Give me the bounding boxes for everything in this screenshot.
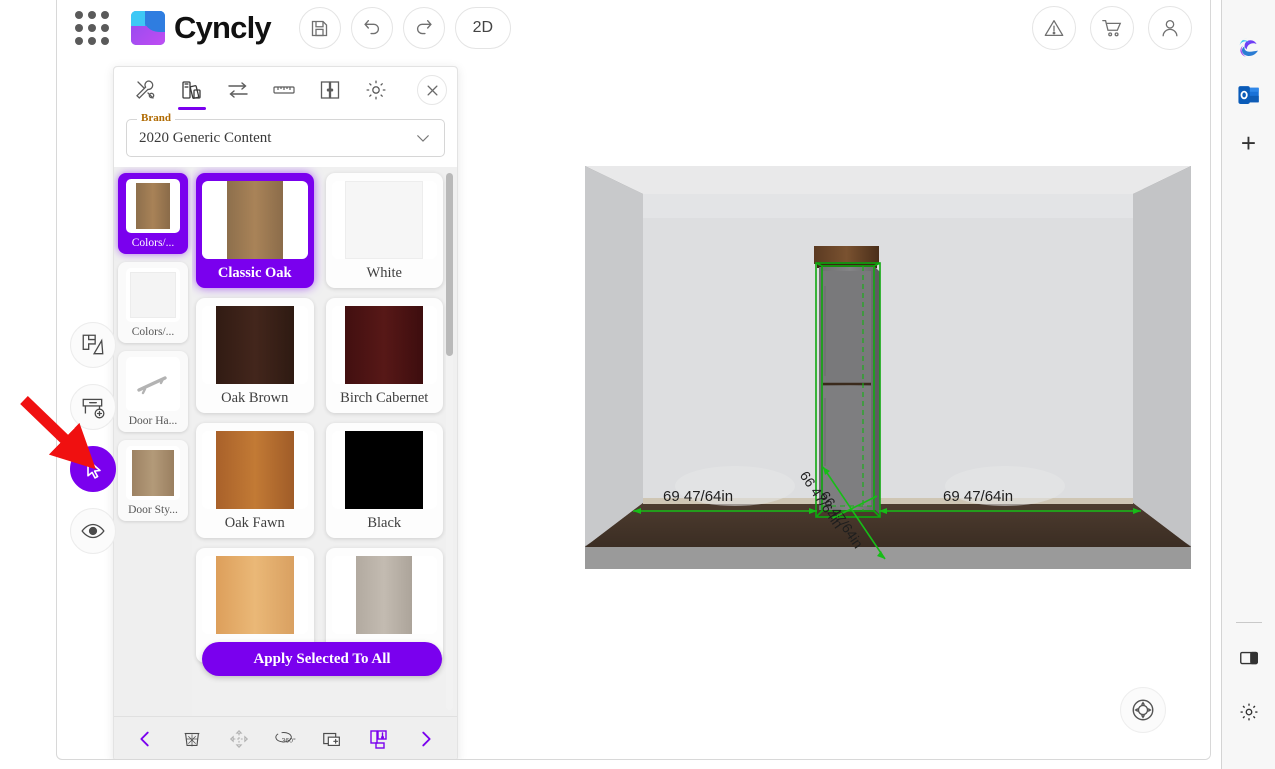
swatch-thumb [331,306,437,384]
category-item-colors-1[interactable]: Colors/... [118,173,188,254]
brand-logo: Cyncly [131,10,272,46]
swatch-name: Birch Cabernet [340,390,429,406]
top-toolbar: Cyncly 2D [57,0,1210,56]
swatch-thumb [202,556,308,634]
tab-materials[interactable] [170,70,214,110]
view-mode-label: 2D [472,19,494,36]
previous-page-button[interactable] [128,724,162,754]
apply-selected-to-all-button[interactable]: Apply Selected To All [202,642,442,676]
tab-tools[interactable] [124,70,168,110]
save-button[interactable] [298,7,341,49]
panel-footer-toolbar: 360° [114,716,457,759]
brand-name: Cyncly [174,10,272,45]
brand-select-value: 2020 Generic Content [139,129,272,146]
category-label: Door Ha... [128,415,178,427]
swatch-thumb [202,431,308,509]
tab-measure[interactable] [262,70,306,110]
swatch-name: White [366,265,402,281]
outlook-icon[interactable] [1232,78,1266,112]
os-sidebar: + [1221,0,1275,769]
add-item-button[interactable] [315,724,349,754]
swatch-name: Oak Fawn [224,515,285,531]
apps-grid-icon[interactable] [75,11,109,45]
category-label: Colors/... [131,237,175,249]
category-column: Colors/... Colors/... Door Ha... Door St… [114,167,192,716]
swatch-card-birch-cabernet[interactable]: Birch Cabernet [325,298,443,413]
panel-scrollbar[interactable] [446,173,453,710]
edge-icon[interactable] [1232,30,1266,64]
swatch-thumb [331,556,437,634]
cart-button[interactable] [1090,6,1134,50]
category-item-door-style[interactable]: Door Sty... [118,440,188,521]
swatch-grid: Classic Oak White Oak Brown Birch Cabern… [196,173,443,663]
swatch-name: Black [367,515,402,531]
alert-button[interactable] [362,724,396,754]
swatch-card-oak-brown[interactable]: Oak Brown [196,298,314,413]
cyncly-logo-icon [131,11,165,45]
redo-button[interactable] [402,7,445,49]
category-label: Colors/... [131,326,175,338]
category-thumb [126,357,180,411]
swatch-card-black[interactable]: Black [325,423,443,538]
scrollbar-thumb[interactable] [446,173,453,356]
brand-select[interactable]: Brand 2020 Generic Content [126,112,445,157]
close-panel-button[interactable] [417,75,447,105]
swatch-thumb [331,181,437,259]
application-window: Cyncly 2D 69 47/64in 69 47/64in 66 47/64… [56,0,1211,760]
tab-settings[interactable] [354,70,398,110]
swatch-thumb [202,306,308,384]
swatch-thumb [331,431,437,509]
rotate-360-button[interactable]: 360° [268,724,302,754]
panel-content: Colors/... Colors/... Door Ha... Door St… [114,167,457,716]
account-button[interactable] [1148,6,1192,50]
category-thumb [126,179,180,233]
brand-selector-area: Brand 2020 Generic Content [114,112,457,167]
category-item-door-hardware[interactable]: Door Ha... [118,351,188,432]
category-item-colors-2[interactable]: Colors/... [118,262,188,343]
swatch-card-white[interactable]: White [325,173,443,288]
category-thumb [126,268,180,322]
topbar-actions [1018,6,1192,50]
add-app-button[interactable]: + [1241,128,1256,159]
category-label: Door Sty... [128,504,178,516]
swatch-name: Oak Brown [221,390,289,406]
dimension-right-width: 69 47/64in [943,488,1014,505]
swatch-card-classic-oak[interactable]: Classic Oak [196,173,314,288]
move-button[interactable] [222,724,256,754]
svg-text:360°: 360° [282,736,296,744]
brand-select-label: Brand [137,112,175,124]
tab-swap[interactable] [216,70,260,110]
orbit-navigation-button[interactable] [1120,687,1166,733]
swatch-scroll-area[interactable]: Classic Oak White Oak Brown Birch Cabern… [192,167,457,716]
swatch-card-oak-fawn[interactable]: Oak Fawn [196,423,314,538]
next-page-button[interactable] [409,724,443,754]
swatch-name: Classic Oak [217,265,292,281]
floorplan-tool-button[interactable] [70,322,116,368]
split-pane-icon[interactable] [1232,641,1266,675]
materials-panel: Brand 2020 Generic Content Colors/... Co… [113,66,458,759]
settings-gear-icon[interactable] [1232,695,1266,729]
left-tool-rail [70,322,116,554]
chevron-down-icon [414,129,432,147]
undo-button[interactable] [350,7,393,49]
add-cabinet-tool-button[interactable] [70,384,116,430]
room-scene: 69 47/64in 69 47/64in 66 47/64in 66 47/6… [585,166,1191,569]
3d-viewport[interactable]: 69 47/64in 69 47/64in 66 47/64in 66 47/6… [477,60,1210,759]
divider [1235,622,1262,623]
view-mode-toggle[interactable]: 2D [454,7,511,49]
warnings-button[interactable] [1032,6,1076,50]
panel-tab-bar [114,67,457,113]
swatch-thumb [202,181,308,259]
select-tool-button[interactable] [70,446,116,492]
screen: Cyncly 2D 69 47/64in 69 47/64in 66 47/64… [0,0,1275,769]
os-sidebar-bottom [1222,622,1275,769]
tab-doors[interactable] [308,70,352,110]
delete-button[interactable] [175,724,209,754]
view-tool-button[interactable] [70,508,116,554]
category-thumb [126,446,180,500]
dimension-left-width: 69 47/64in [663,488,734,505]
